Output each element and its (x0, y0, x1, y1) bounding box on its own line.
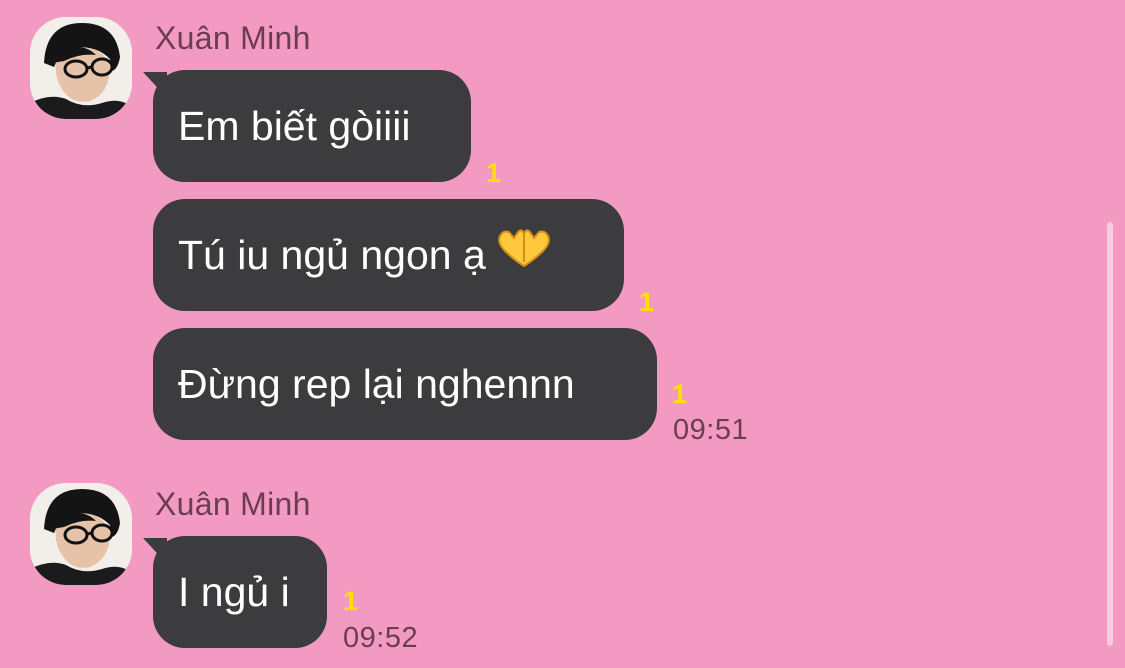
sender-name: Xuân Minh (155, 486, 311, 522)
sender-name: Xuân Minh (155, 20, 311, 56)
heart-hands-icon (496, 198, 552, 310)
message-time: 09:52 (343, 622, 419, 654)
read-count: 1 (639, 287, 655, 317)
message-bubble[interactable]: Em biết gòiiii (143, 70, 471, 182)
message-text: Em biết gòiiii (178, 103, 411, 149)
scrollbar[interactable] (1107, 222, 1113, 646)
sender-avatar[interactable] (30, 483, 132, 585)
message-text: Tú iu ngủ ngon ạ (178, 232, 486, 278)
message-text: I ngủ i (178, 569, 290, 615)
message-bubble[interactable]: Đừng rep lại nghennn (153, 328, 657, 440)
chat-area[interactable]: Xuân Minh Em biết gòiiii 1 Tú iu ngủ ngo… (0, 0, 1125, 668)
message-text: Đừng rep lại nghennn (178, 361, 575, 407)
read-count: 1 (343, 586, 359, 616)
message-bubble[interactable]: Tú iu ngủ ngon ạ (153, 199, 624, 311)
message-bubble[interactable]: I ngủ i (143, 536, 327, 648)
read-count: 1 (486, 158, 502, 188)
message-time: 09:51 (673, 414, 749, 446)
sender-avatar[interactable] (30, 17, 132, 119)
read-count: 1 (672, 379, 688, 409)
